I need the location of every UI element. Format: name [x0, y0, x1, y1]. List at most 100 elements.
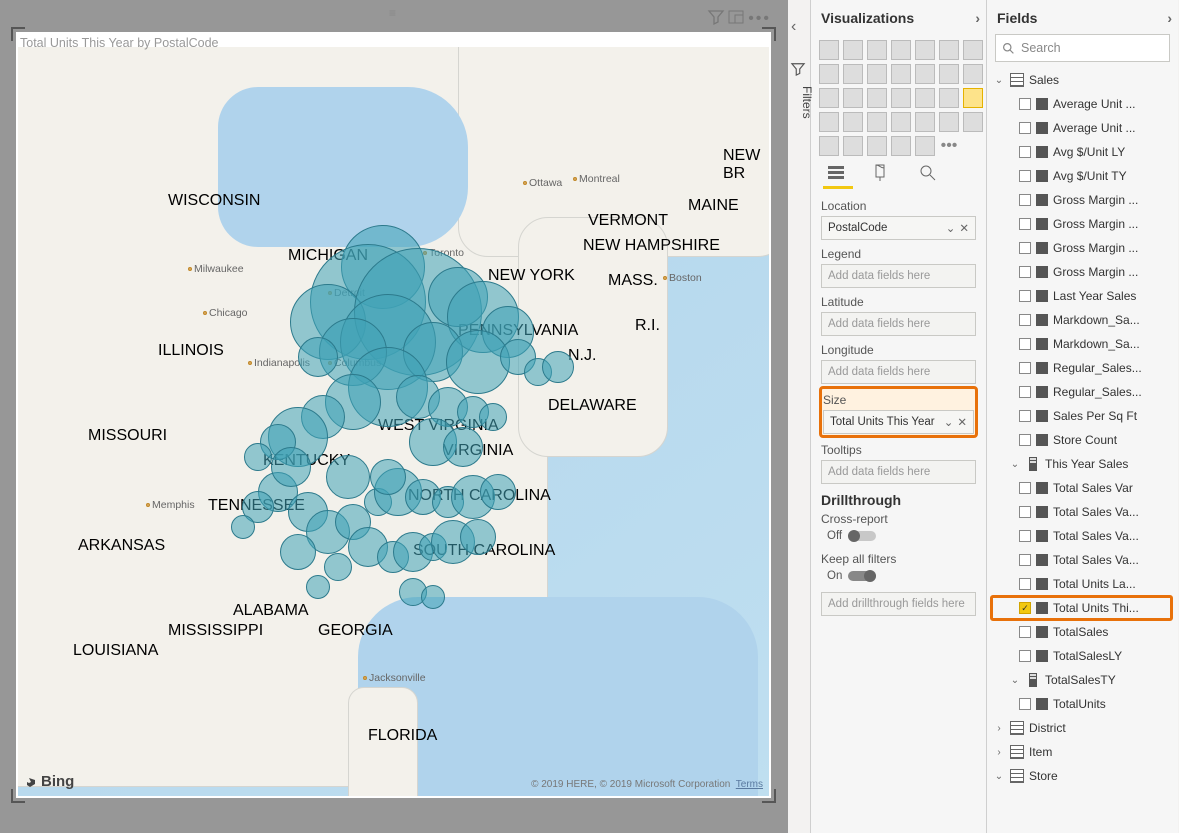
visual-type-icon[interactable]	[819, 88, 839, 108]
more-options-icon[interactable]: •••	[748, 10, 771, 28]
field-row[interactable]: Avg $/Unit LY	[991, 140, 1172, 164]
map-bubble[interactable]	[370, 459, 406, 495]
field-row[interactable]: Gross Margin ...	[991, 260, 1172, 284]
visual-type-icon[interactable]	[891, 136, 911, 156]
field-checkbox[interactable]	[1019, 530, 1031, 542]
visual-type-icon[interactable]	[915, 136, 935, 156]
field-row[interactable]: TotalUnits	[991, 692, 1172, 716]
field-row[interactable]: Sales Per Sq Ft	[991, 404, 1172, 428]
remove-icon[interactable]: ✕	[957, 415, 967, 429]
terms-link[interactable]: Terms	[736, 779, 763, 790]
focus-mode-icon[interactable]	[728, 9, 744, 30]
resize-handle-tr[interactable]	[762, 27, 776, 41]
cross-report-toggle[interactable]: Off	[827, 530, 976, 542]
well-dropzone[interactable]: Add data fields here	[821, 312, 976, 336]
map-bubble[interactable]	[298, 337, 338, 377]
well-dropzone[interactable]: Total Units This Year⌄✕	[823, 410, 974, 434]
visual-type-icon[interactable]	[915, 112, 935, 132]
map-bubble[interactable]	[280, 534, 316, 570]
field-row[interactable]: Markdown_Sa...	[991, 332, 1172, 356]
visual-type-icon[interactable]	[843, 112, 863, 132]
field-row[interactable]: Average Unit ...	[991, 92, 1172, 116]
visual-type-icon[interactable]	[867, 112, 887, 132]
field-checkbox[interactable]	[1019, 362, 1031, 374]
map-bubble[interactable]	[542, 351, 574, 383]
map-bubble[interactable]	[460, 519, 496, 555]
field-row[interactable]: Store Count	[991, 428, 1172, 452]
field-row[interactable]: Markdown_Sa...	[991, 308, 1172, 332]
visual-type-icon[interactable]	[963, 88, 983, 108]
field-row[interactable]: Total Units La...	[991, 572, 1172, 596]
chevron-right-icon[interactable]: ›	[1167, 1, 1172, 35]
field-checkbox[interactable]	[1019, 578, 1031, 590]
fields-search[interactable]: Search	[995, 34, 1170, 62]
map-area[interactable]: WISCONSIN MICHIGAN ILLINOIS MISSOURI ARK…	[18, 47, 769, 796]
visual-type-icon[interactable]	[843, 136, 863, 156]
field-checkbox[interactable]	[1019, 314, 1031, 326]
field-checkbox[interactable]	[1019, 554, 1031, 566]
remove-icon[interactable]: ✕	[959, 221, 969, 235]
field-row[interactable]: TotalSalesLY	[991, 644, 1172, 668]
map-bubble[interactable]	[421, 585, 445, 609]
visual-type-icon[interactable]	[939, 88, 959, 108]
field-checkbox[interactable]	[1019, 146, 1031, 158]
map-bubble[interactable]	[326, 455, 370, 499]
visual-type-icon[interactable]	[819, 64, 839, 84]
visual-type-icon[interactable]	[915, 40, 935, 60]
visual-type-icon[interactable]	[867, 64, 887, 84]
visual-type-icon[interactable]	[843, 88, 863, 108]
visual-type-icon[interactable]	[915, 88, 935, 108]
visual-type-icon[interactable]	[915, 64, 935, 84]
visual-type-icon[interactable]	[891, 64, 911, 84]
field-checkbox[interactable]	[1019, 386, 1031, 398]
visual-type-icon[interactable]	[891, 112, 911, 132]
map-bubble[interactable]	[324, 553, 352, 581]
chevron-down-icon[interactable]: ⌄	[944, 415, 954, 429]
visual-type-icon[interactable]	[939, 40, 959, 60]
visual-type-icon[interactable]	[867, 40, 887, 60]
field-row[interactable]: Gross Margin ...	[991, 212, 1172, 236]
chevron-down-icon[interactable]: ⌄	[946, 221, 956, 235]
field-row[interactable]: Gross Margin ...	[991, 188, 1172, 212]
field-row[interactable]: Regular_Sales...	[991, 380, 1172, 404]
field-checkbox[interactable]	[1019, 170, 1031, 182]
well-dropzone[interactable]: PostalCode⌄✕	[821, 216, 976, 240]
table-row[interactable]: ⌄TotalSalesTY	[991, 668, 1172, 692]
well-dropzone[interactable]: Add data fields here	[821, 460, 976, 484]
field-checkbox[interactable]	[1019, 698, 1031, 710]
field-row[interactable]: Total Sales Va...	[991, 524, 1172, 548]
field-checkbox[interactable]	[1019, 650, 1031, 662]
visual-type-icon[interactable]	[867, 136, 887, 156]
field-row[interactable]: Last Year Sales	[991, 284, 1172, 308]
field-row[interactable]: Gross Margin ...	[991, 236, 1172, 260]
visual-type-icon[interactable]	[819, 40, 839, 60]
field-checkbox[interactable]	[1019, 242, 1031, 254]
table-row[interactable]: ⌄Store	[991, 764, 1172, 788]
visual-type-icon[interactable]	[843, 40, 863, 60]
chevron-left-icon[interactable]: ‹	[791, 18, 796, 36]
field-checkbox[interactable]	[1019, 434, 1031, 446]
field-checkbox[interactable]	[1019, 122, 1031, 134]
map-bubble[interactable]	[244, 443, 272, 471]
table-row[interactable]: ›District	[991, 716, 1172, 740]
visual-type-icon[interactable]	[963, 112, 983, 132]
table-row[interactable]: ⌄Sales	[991, 68, 1172, 92]
map-visual[interactable]: ≡ ••• Total Units This Year by PostalCod…	[16, 32, 771, 798]
field-checkbox[interactable]	[1019, 482, 1031, 494]
field-row[interactable]: Average Unit ...	[991, 116, 1172, 140]
visual-type-icon[interactable]	[819, 112, 839, 132]
visual-type-icon[interactable]	[939, 112, 959, 132]
well-dropzone[interactable]: Add data fields here	[821, 264, 976, 288]
visual-type-icon[interactable]	[963, 40, 983, 60]
more-visuals-icon[interactable]: •••	[939, 136, 959, 156]
chevron-right-icon[interactable]: ›	[975, 1, 980, 35]
format-tab-icon[interactable]	[871, 162, 893, 184]
table-row[interactable]: ⌄This Year Sales	[991, 452, 1172, 476]
map-bubble[interactable]	[480, 474, 516, 510]
field-row[interactable]: Avg $/Unit TY	[991, 164, 1172, 188]
filter-icon[interactable]	[708, 9, 724, 30]
field-checkbox[interactable]	[1019, 194, 1031, 206]
field-checkbox[interactable]	[1019, 338, 1031, 350]
table-row[interactable]: ›Item	[991, 740, 1172, 764]
visual-type-icon[interactable]	[891, 40, 911, 60]
